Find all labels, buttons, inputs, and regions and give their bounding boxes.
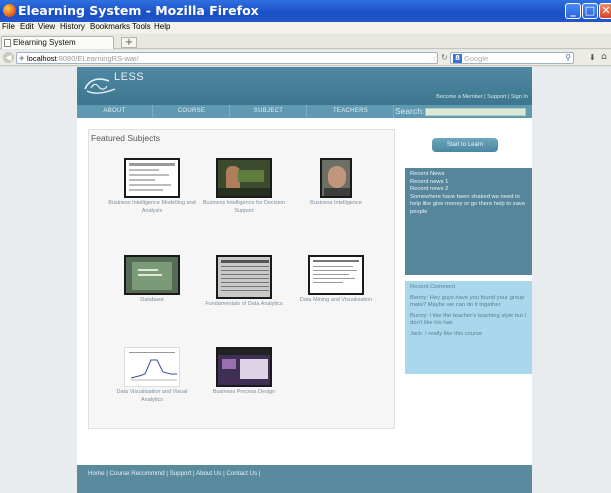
bookmark-star-icon[interactable]: ☆ bbox=[432, 54, 439, 63]
search-bar[interactable]: 8 Google ⚲ bbox=[450, 52, 574, 64]
reload-icon[interactable]: ↻ bbox=[441, 53, 448, 62]
subject-card[interactable]: Database bbox=[108, 255, 196, 305]
recent-comment-title: Recent Comment bbox=[410, 284, 456, 290]
subject-caption[interactable]: Fundamentals of Data Analytics bbox=[200, 301, 288, 309]
tab-strip: Elearning System + bbox=[0, 35, 611, 49]
news-item[interactable]: Recent news 2 bbox=[410, 186, 527, 194]
recent-news-title: Recent News bbox=[410, 171, 445, 177]
subject-caption[interactable]: Data Mining and Visualisation bbox=[292, 297, 380, 305]
subject-caption[interactable]: Database bbox=[108, 297, 196, 305]
site-identity-icon[interactable]: ◈ bbox=[19, 54, 24, 62]
menu-bookmarks[interactable]: Bookmarks bbox=[90, 22, 130, 31]
tab-elearning[interactable]: Elearning System bbox=[1, 36, 114, 49]
subject-card[interactable]: Data Visualisation and Visual Analytics bbox=[108, 347, 196, 404]
nav-subject[interactable]: SUBJECT bbox=[231, 105, 307, 118]
comment-item: Jack: I really like this course bbox=[410, 330, 483, 337]
logo-swoosh-icon[interactable] bbox=[83, 75, 117, 97]
site-search-label: Search: bbox=[395, 106, 425, 116]
menu-edit[interactable]: Edit bbox=[20, 22, 34, 31]
nav-course[interactable]: COURSE bbox=[154, 105, 230, 118]
subject-card[interactable]: Business Intelligence Modelling and Anal… bbox=[108, 158, 196, 215]
menu-bar: File Edit View History Bookmarks Tools H… bbox=[0, 22, 611, 34]
menu-help[interactable]: Help bbox=[154, 22, 170, 31]
menu-history[interactable]: History bbox=[60, 22, 85, 31]
nav-about[interactable]: ABOUT bbox=[77, 105, 153, 118]
subject-thumbnail[interactable] bbox=[124, 158, 180, 198]
menu-view[interactable]: View bbox=[38, 22, 55, 31]
comment-item: Benny: Hey guys have you found your grou… bbox=[410, 294, 525, 309]
google-icon[interactable]: 8 bbox=[453, 54, 462, 63]
site-footer: Home | Course Recommmd | Support | About… bbox=[77, 465, 532, 493]
tab-label: Elearning System bbox=[13, 38, 76, 47]
site-search-input[interactable] bbox=[425, 108, 526, 116]
home-icon[interactable]: ⌂ bbox=[601, 52, 607, 62]
subject-card[interactable]: Business Intelligence for Decision Suppo… bbox=[200, 158, 288, 215]
subject-thumbnail[interactable] bbox=[124, 347, 180, 387]
download-icon[interactable]: ⬇ bbox=[589, 53, 596, 62]
subject-card[interactable]: Data Mining and Visualisation bbox=[292, 255, 380, 305]
menu-file[interactable]: File bbox=[2, 22, 15, 31]
navigation-bar: ◀ ◈ localhost:8080/ELearningRS-war/ ☆ ↻ … bbox=[0, 50, 611, 66]
new-tab-button[interactable]: + bbox=[121, 37, 137, 48]
footer-links[interactable]: Home | Course Recommmd | Support | About… bbox=[88, 470, 260, 477]
site-header: LESS Become a Member | Support | Sign In bbox=[77, 67, 532, 105]
back-icon[interactable]: ◀ bbox=[3, 52, 14, 63]
subject-card[interactable]: Business Process Design bbox=[200, 347, 288, 397]
page-icon bbox=[4, 39, 11, 47]
window-titlebar: Elearning System - Mozilla Firefox _ □ ✕ bbox=[0, 0, 611, 22]
news-item[interactable]: Somewhere have been shaked we need to he… bbox=[410, 194, 527, 217]
search-icon[interactable]: ⚲ bbox=[565, 53, 571, 62]
featured-subjects-panel: Featured Subjects Business Intelligence … bbox=[88, 129, 395, 429]
start-to-learn-button[interactable]: Start to Learn bbox=[432, 138, 498, 152]
subject-caption[interactable]: Business Intelligence for Decision Suppo… bbox=[200, 200, 288, 215]
window-title: Elearning System - Mozilla Firefox bbox=[18, 3, 259, 18]
url-text: localhost:8080/ELearningRS-war/ bbox=[27, 54, 139, 63]
subject-caption[interactable]: Business Intelligence Modelling and Anal… bbox=[108, 200, 196, 215]
page-container: LESS Become a Member | Support | Sign In… bbox=[77, 67, 532, 493]
featured-title: Featured Subjects bbox=[91, 133, 160, 143]
subject-thumbnail[interactable] bbox=[216, 158, 272, 198]
site-logo-text[interactable]: LESS bbox=[114, 71, 144, 83]
menu-tools[interactable]: Tools bbox=[132, 22, 151, 31]
subject-thumbnail[interactable] bbox=[124, 255, 180, 295]
comment-item: Bunny: I like the teacher's teaching sty… bbox=[410, 312, 527, 327]
main-navigation: ABOUT COURSE SUBJECT TEACHERS Search: bbox=[77, 105, 532, 118]
firefox-icon bbox=[3, 4, 16, 17]
subject-caption[interactable]: Business Process Design bbox=[200, 389, 288, 397]
nav-teachers[interactable]: TEACHERS bbox=[308, 105, 394, 118]
recent-news-panel: Recent News Recent news 1 Recent news 2 … bbox=[405, 168, 532, 275]
news-item[interactable]: Recent news 1 bbox=[410, 179, 527, 187]
subject-caption[interactable]: Data Visualisation and Visual Analytics bbox=[108, 389, 196, 404]
subject-thumbnail[interactable] bbox=[308, 255, 364, 295]
header-links[interactable]: Become a Member | Support | Sign In bbox=[436, 94, 528, 100]
close-button[interactable]: ✕ bbox=[599, 3, 611, 19]
subject-thumbnail[interactable] bbox=[216, 255, 272, 299]
subject-thumbnail[interactable] bbox=[216, 347, 272, 387]
subject-thumbnail[interactable] bbox=[320, 158, 352, 198]
maximize-button[interactable]: □ bbox=[582, 3, 598, 19]
subject-caption[interactable]: Business Intelligence bbox=[292, 200, 380, 208]
recent-comment-panel: Recent Comment Benny: Hey guys have you … bbox=[405, 281, 532, 374]
search-placeholder: Google bbox=[464, 54, 489, 63]
subject-card[interactable]: Business Intelligence bbox=[292, 158, 380, 208]
url-bar[interactable]: ◈ localhost:8080/ELearningRS-war/ ☆ bbox=[16, 52, 439, 64]
page-background: LESS Become a Member | Support | Sign In… bbox=[0, 67, 611, 493]
subject-card[interactable]: Fundamentals of Data Analytics bbox=[200, 255, 288, 309]
minimize-button[interactable]: _ bbox=[565, 3, 581, 19]
